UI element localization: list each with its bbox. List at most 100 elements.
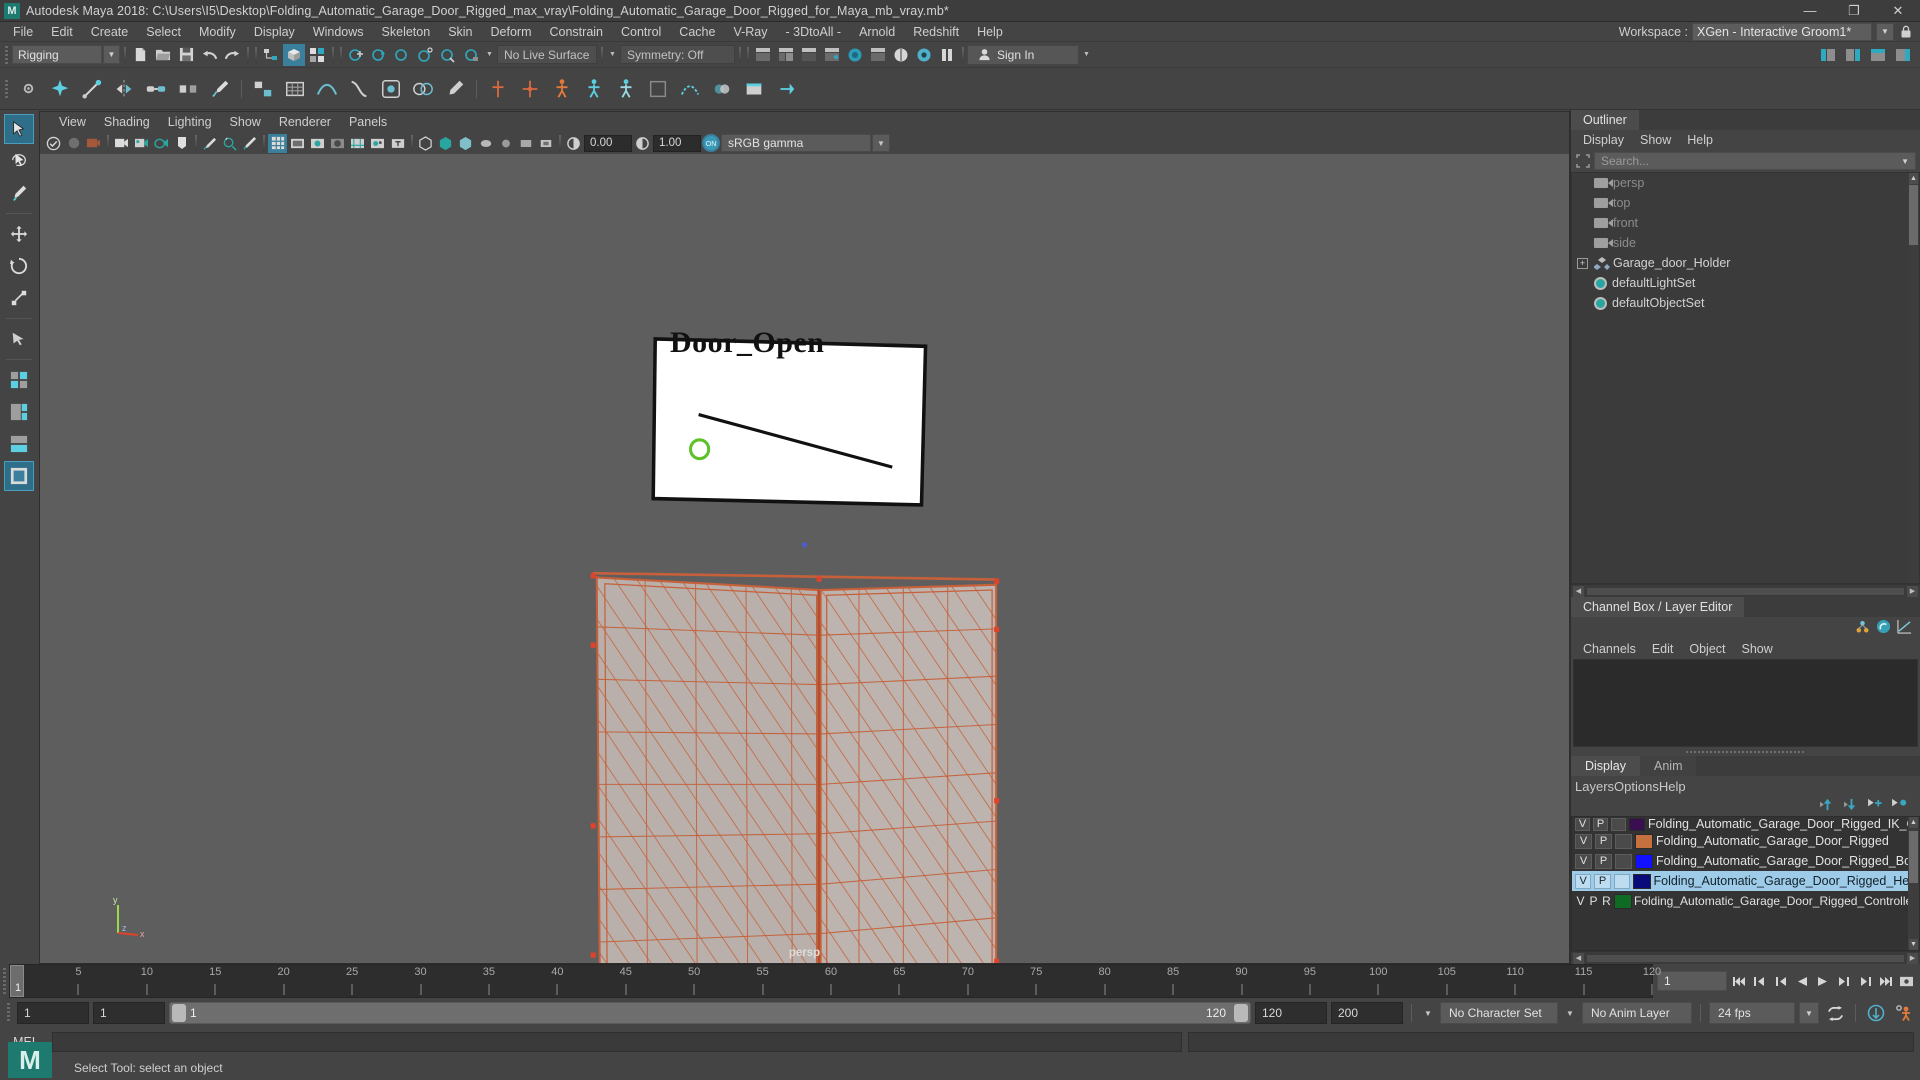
toolbar-grip[interactable]: [2, 44, 11, 66]
range-slider[interactable]: 1 120: [169, 1002, 1251, 1024]
scroll-right-arrow-icon[interactable]: ▶: [1907, 952, 1918, 964]
paint-effects-icon[interactable]: [240, 134, 259, 153]
layer-playback-toggle[interactable]: P: [1595, 853, 1612, 869]
scroll-thumb[interactable]: [1909, 831, 1918, 883]
three-view-layout-icon[interactable]: [4, 397, 34, 427]
exposure-field[interactable]: 0.00: [584, 134, 632, 152]
select-camera-icon[interactable]: [44, 134, 63, 153]
scroll-up-arrow-icon[interactable]: ▲: [1909, 817, 1918, 828]
character-set-combo[interactable]: No Character Set: [1440, 1002, 1558, 1024]
menu-select[interactable]: Select: [137, 22, 190, 42]
viewport-menu-shading[interactable]: Shading: [95, 112, 159, 132]
scroll-down-arrow-icon[interactable]: ▼: [1909, 939, 1918, 950]
single-view-layout-icon[interactable]: [4, 461, 34, 491]
play-backwards-icon[interactable]: [1792, 971, 1811, 991]
render-sequence-icon[interactable]: [867, 44, 889, 66]
smooth-shade-selected-icon[interactable]: [308, 134, 327, 153]
layer-display-type-toggle[interactable]: [1615, 853, 1632, 869]
channelbox-menu-object[interactable]: Object: [1681, 639, 1733, 659]
chevron-down-icon[interactable]: ▼: [1876, 22, 1894, 41]
paint-skin-weights-icon[interactable]: [205, 74, 235, 104]
auto-keyframe-toggle-icon[interactable]: [1864, 1001, 1888, 1025]
smooth-bind-icon[interactable]: [141, 74, 171, 104]
playback-speed-combo[interactable]: 24 fps: [1709, 1002, 1795, 1024]
snap-to-grid-icon[interactable]: [345, 44, 367, 66]
layer-menu-layers[interactable]: Layers: [1575, 779, 1614, 794]
shadows-icon[interactable]: [416, 134, 435, 153]
outliner-menu-display[interactable]: Display: [1575, 130, 1632, 150]
scroll-left-arrow-icon[interactable]: ◀: [1573, 585, 1584, 597]
human-ik-icon[interactable]: [579, 74, 609, 104]
menu-help[interactable]: Help: [968, 22, 1012, 42]
outliner-panel-toggle-icon[interactable]: [1817, 44, 1839, 66]
sign-in-chevron-icon[interactable]: ▼: [1080, 45, 1093, 64]
mirror-joint-icon[interactable]: [109, 74, 139, 104]
menu-windows[interactable]: Windows: [304, 22, 373, 42]
last-tool-used-icon[interactable]: [4, 324, 34, 354]
snap-options-chevron-icon[interactable]: ▼: [483, 45, 496, 64]
menu-deform[interactable]: Deform: [482, 22, 541, 42]
viewport-menu-lighting[interactable]: Lighting: [159, 112, 221, 132]
snap-to-point-icon[interactable]: [391, 44, 413, 66]
move-layer-up-icon[interactable]: [1819, 798, 1836, 814]
scroll-left-arrow-icon[interactable]: ◀: [1573, 952, 1584, 964]
ghosting-icon[interactable]: [707, 74, 737, 104]
create-ik-handle-icon[interactable]: [77, 74, 107, 104]
range-slider-grip[interactable]: [4, 1001, 13, 1025]
gamma-icon[interactable]: [633, 134, 652, 153]
layer-row-3[interactable]: V P Folding_Automatic_Garage_Door_Rigged…: [1572, 871, 1919, 891]
layer-display-type-toggle[interactable]: R: [1601, 894, 1612, 908]
layer-list-vertical-scrollbar[interactable]: ▲ ▼: [1908, 817, 1919, 950]
layer-menu-options[interactable]: Options: [1614, 779, 1659, 794]
range-end-handle[interactable]: [1234, 1004, 1248, 1022]
rigid-bind-icon[interactable]: [173, 74, 203, 104]
ipr-render-icon[interactable]: [890, 44, 912, 66]
nonlinear-deformer-icon[interactable]: [344, 74, 374, 104]
playback-start-time-field[interactable]: 1: [93, 1002, 165, 1024]
character-set-chevron-icon[interactable]: ▼: [1420, 1002, 1436, 1024]
menu-cache[interactable]: Cache: [670, 22, 724, 42]
snap-to-projected-center-icon[interactable]: [414, 44, 436, 66]
current-frame-field[interactable]: 1: [1657, 971, 1727, 991]
go-to-end-icon[interactable]: [1876, 971, 1895, 991]
blend-shape-icon[interactable]: [408, 74, 438, 104]
show-hide-editors-1-icon[interactable]: [752, 44, 774, 66]
gamma-field[interactable]: 1.00: [653, 134, 701, 152]
anim-layer-chevron-icon[interactable]: ▼: [1562, 1002, 1578, 1024]
selection-frame-icon[interactable]: [1575, 153, 1591, 169]
outliner-row-5[interactable]: defaultLightSet: [1572, 273, 1919, 293]
layer-row-2[interactable]: V P Folding_Automatic_Garage_Door_Rigged…: [1572, 851, 1919, 871]
bookmark-camera-icon[interactable]: [112, 134, 131, 153]
select-tool-icon[interactable]: [4, 114, 34, 144]
lasso-select-tool-icon[interactable]: [4, 146, 34, 176]
step-back-key-icon[interactable]: [1750, 971, 1769, 991]
playback-end-time-field[interactable]: 120: [1255, 1002, 1327, 1024]
layer-playback-toggle[interactable]: P: [1593, 817, 1609, 831]
create-joint-icon[interactable]: [45, 74, 75, 104]
play-forwards-icon[interactable]: [1813, 971, 1832, 991]
anim-start-time-field[interactable]: 1: [17, 1002, 89, 1024]
panel-resize-grip[interactable]: [1571, 747, 1920, 756]
menuset-chevron-down-icon[interactable]: ▼: [103, 45, 120, 64]
time-slider-track[interactable]: 1 5 10 15 20 25 30 35 40 45 50 55 60 65 70 75 80 85 90 95 1…: [9, 964, 1661, 998]
undo-icon[interactable]: [198, 44, 220, 66]
outliner-row-3[interactable]: side: [1572, 233, 1919, 253]
use-all-lights-icon[interactable]: [368, 134, 387, 153]
layer-visibility-toggle[interactable]: V: [1575, 833, 1592, 849]
move-layer-down-icon[interactable]: [1843, 798, 1860, 814]
step-forward-frame-icon[interactable]: [1834, 971, 1853, 991]
outliner-row-1[interactable]: top: [1572, 193, 1919, 213]
persp-viewport[interactable]: Door_Open y x z persp: [40, 154, 1569, 963]
shaded-textured-icon[interactable]: [348, 134, 367, 153]
point-constraint-icon[interactable]: [515, 74, 545, 104]
loop-playback-icon[interactable]: [1823, 1001, 1847, 1025]
step-back-frame-icon[interactable]: [1771, 971, 1790, 991]
lock-camera-icon[interactable]: [64, 134, 83, 153]
screen-space-ao-icon[interactable]: [496, 134, 515, 153]
layer-color-swatch[interactable]: [1633, 873, 1651, 889]
image-plane-icon[interactable]: [132, 134, 151, 153]
color-profile-chevron-down-icon[interactable]: ▼: [872, 134, 890, 152]
menu-edit[interactable]: Edit: [42, 22, 82, 42]
create-empty-layer-icon[interactable]: [1867, 798, 1884, 814]
current-time-indicator[interactable]: 1: [10, 965, 24, 997]
